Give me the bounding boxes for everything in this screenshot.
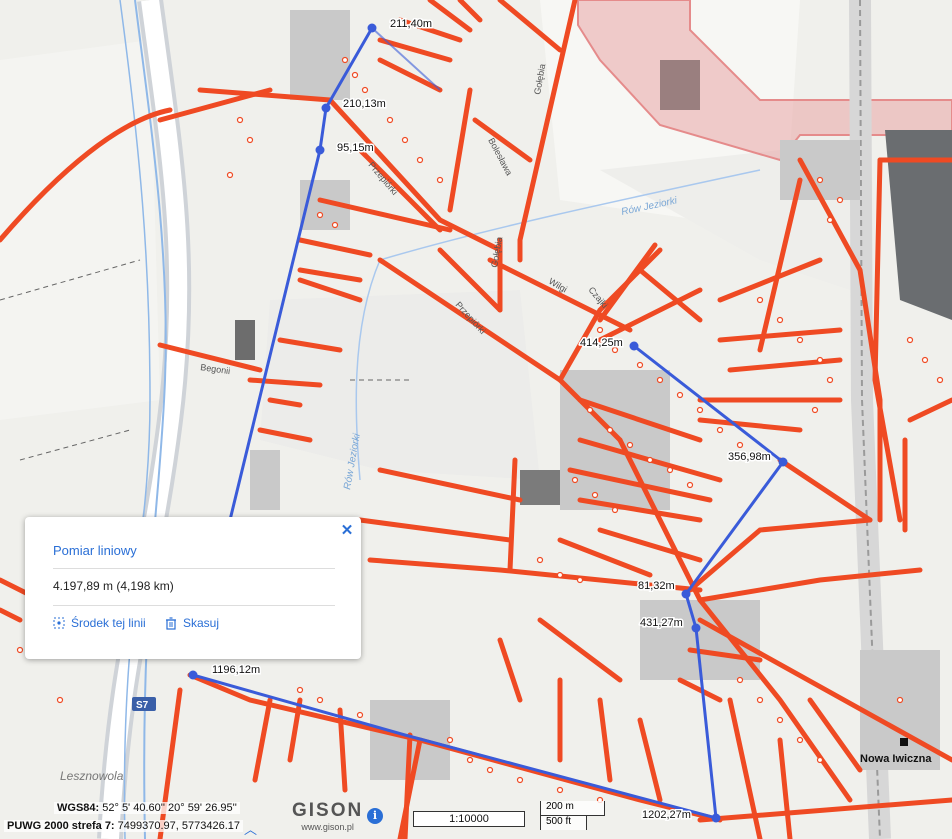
delete-button[interactable]: Skasuj: [165, 616, 219, 630]
info-icon[interactable]: i: [367, 808, 383, 824]
footer-bar: WGS84: 52° 5' 40.60'' 20° 59' 26.95'' PU…: [0, 799, 952, 839]
scalebar: 200 m 500 ft: [540, 801, 605, 835]
popup-title: Pomiar liniowy: [53, 543, 137, 558]
vertex-6[interactable]: [681, 589, 691, 599]
vertex-4[interactable]: [629, 341, 639, 351]
measure-value: 4.197,89 m (4,198 km): [53, 579, 174, 593]
divider: [53, 605, 335, 606]
segment-label: 414,25m: [580, 337, 623, 349]
chevron-up-icon[interactable]: ︿: [244, 819, 257, 838]
svg-text:S7: S7: [136, 700, 149, 711]
vertex-1[interactable]: [367, 23, 377, 33]
vertex-3[interactable]: [315, 145, 325, 155]
trash-icon: [166, 616, 176, 630]
center-line-label: Środek tej linii: [71, 616, 146, 630]
puwg-coords: PUWG 2000 strefa 7: 7499370.97, 5773426.…: [4, 820, 244, 832]
vertex-2[interactable]: [321, 103, 331, 113]
segment-label: 211,40m: [390, 18, 432, 30]
place-label: Nowa Iwiczna: [860, 753, 932, 765]
segment-label: 81,32m: [638, 580, 675, 592]
scale-select[interactable]: 1:10000: [413, 811, 525, 827]
segment-label: 210,13m: [343, 98, 386, 110]
map-canvas[interactable]: 211,40m 210,13m 95,15m 414,25m 356,98m 8…: [0, 0, 952, 839]
center-line-button[interactable]: Środek tej linii: [53, 616, 146, 630]
vertex-5[interactable]: [778, 457, 788, 467]
vertex-9[interactable]: [188, 670, 198, 680]
divider: [53, 568, 335, 569]
segment-label: 356,98m: [728, 451, 771, 463]
close-icon[interactable]: ✕: [339, 521, 355, 539]
wgs-coords: WGS84: 52° 5' 40.60'' 20° 59' 26.95'': [54, 802, 240, 814]
road-badge-s7: S7: [132, 697, 156, 711]
town-label: Lesznowola: [60, 769, 124, 783]
segment-label: 431,27m: [640, 617, 683, 629]
crosshair-icon: [53, 617, 65, 629]
vertex-7[interactable]: [691, 623, 701, 633]
delete-label: Skasuj: [183, 616, 220, 630]
segment-label: 1196,12m: [212, 664, 260, 676]
gison-logo[interactable]: GISON www.gison.pl: [292, 800, 363, 832]
measure-popup: Pomiar liniowy ✕ 4.197,89 m (4,198 km) Ś…: [25, 517, 361, 659]
segment-label: 95,15m: [337, 142, 374, 154]
